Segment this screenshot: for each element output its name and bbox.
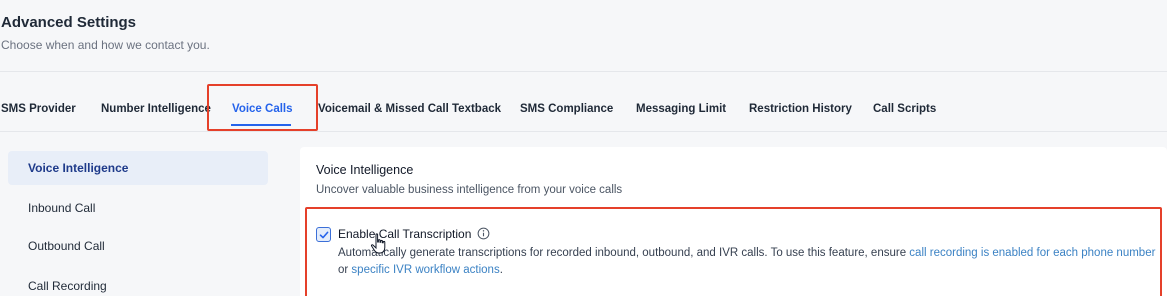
description-text-end: . — [499, 264, 503, 276]
description-text-middle: or — [338, 264, 352, 276]
page-title: Advanced Settings — [1, 14, 137, 31]
panel-description: Uncover valuable business intelligence f… — [316, 184, 623, 196]
tab-number-intelligence[interactable]: Number Intelligence — [101, 103, 211, 115]
sidebar-item-call-recording[interactable]: Call Recording — [8, 269, 268, 296]
page-header: Advanced Settings Choose when and how we… — [0, 0, 1167, 72]
tab-sms-provider[interactable]: SMS Provider — [1, 103, 76, 115]
page-subtitle: Choose when and how we contact you. — [1, 38, 210, 52]
settings-tabs: SMS Provider Number Intelligence Voice C… — [0, 88, 1167, 132]
sidebar-item-outbound-call[interactable]: Outbound Call — [8, 229, 268, 263]
sidebar-item-inbound-call[interactable]: Inbound Call — [8, 191, 268, 225]
description-text: Automatically generate transcriptions fo… — [338, 247, 910, 259]
sidebar-item-voice-intelligence[interactable]: Voice Intelligence — [8, 151, 268, 185]
enable-call-transcription-checkbox[interactable] — [316, 227, 331, 242]
checkmark-icon — [319, 231, 328, 238]
tab-restriction-history[interactable]: Restriction History — [749, 103, 852, 115]
tab-messaging-limit[interactable]: Messaging Limit — [636, 103, 726, 115]
enable-call-transcription-description: Automatically generate transcriptions fo… — [338, 245, 1158, 279]
tab-highlight-annotation — [207, 84, 318, 131]
hand-cursor-icon — [370, 233, 386, 254]
enable-call-transcription-label[interactable]: Enable Call Transcription — [338, 227, 471, 241]
call-recording-link[interactable]: call recording is enabled for each phone… — [909, 247, 1155, 259]
tab-sms-compliance[interactable]: SMS Compliance — [520, 103, 613, 115]
tab-voicemail-missed-call-textback[interactable]: Voicemail & Missed Call Textback — [318, 103, 501, 115]
tab-call-scripts[interactable]: Call Scripts — [873, 103, 936, 115]
ivr-workflow-actions-link[interactable]: specific IVR workflow actions — [351, 264, 499, 276]
info-icon[interactable] — [477, 227, 490, 240]
panel-title: Voice Intelligence — [316, 163, 414, 177]
